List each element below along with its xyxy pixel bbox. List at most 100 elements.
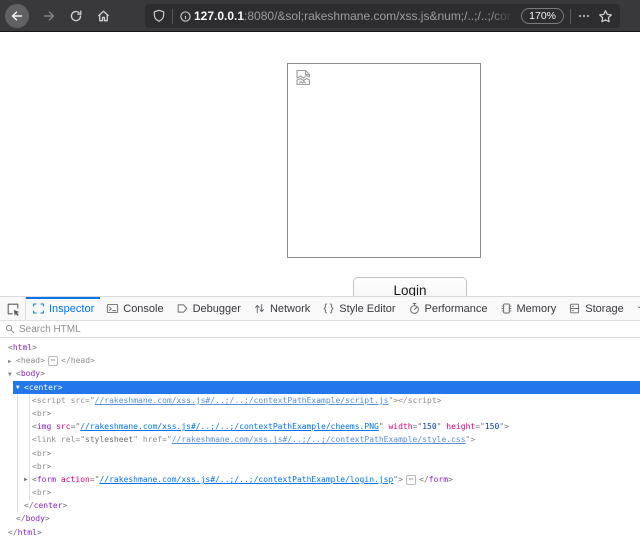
markup-row[interactable]: <br>: [0, 460, 640, 473]
markup-tag-name: html: [13, 343, 32, 352]
markup-row[interactable]: <br>: [0, 407, 640, 420]
zoom-level-button[interactable]: 170%: [521, 8, 564, 24]
markup-punctuation: >: [448, 475, 453, 484]
markup-punctuation: </: [16, 514, 26, 523]
markup-punctuation: ">: [466, 435, 476, 444]
markup-tree: <html>▶<head>⋯</head>▼<body>▼<center><sc…: [0, 338, 640, 539]
markup-tag-name: img: [37, 422, 51, 431]
markup-punctuation: >: [90, 356, 95, 365]
search-input[interactable]: [19, 324, 635, 335]
markup-link-value[interactable]: //rakeshmane.com/xss.js#/..;/..;/context…: [95, 396, 389, 405]
markup-punctuation: >: [37, 528, 42, 537]
tab-label: Performance: [425, 303, 488, 315]
back-button[interactable]: [0, 4, 29, 28]
pick-element-icon: [6, 302, 20, 316]
markup-row[interactable]: ▼<body>: [0, 367, 640, 380]
tab-console[interactable]: Console: [100, 297, 169, 320]
markup-punctuation: >: [40, 356, 45, 365]
markup-row[interactable]: <img src="//rakeshmane.com/xss.js#/..;/.…: [0, 420, 640, 433]
bookmark-star-icon[interactable]: [598, 9, 613, 24]
tab-accessibility[interactable]: Accessibility: [630, 297, 640, 320]
tab-network[interactable]: Network: [247, 297, 316, 320]
url-bar[interactable]: 127.0.0.1:8080/&sol;rakeshmane.com/xss.j…: [145, 4, 620, 28]
forward-button[interactable]: [42, 9, 56, 23]
markup-row[interactable]: <html>: [0, 341, 640, 354]
url-text: 127.0.0.1:8080/&sol;rakeshmane.com/xss.j…: [194, 9, 517, 23]
markup-punctuation: >: [46, 409, 51, 418]
tab-label: Network: [270, 303, 310, 315]
markup-row[interactable]: </body>: [0, 512, 640, 525]
collapse-arrow-icon[interactable]: ▶: [24, 473, 32, 486]
markup-punctuation: ": [133, 435, 143, 444]
markup-punctuation: >: [437, 396, 442, 405]
tab-label: Debugger: [193, 303, 241, 315]
memory-icon: [500, 302, 513, 315]
markup-punctuation: >: [46, 449, 51, 458]
markup-tag-name: script: [408, 396, 437, 405]
collapsed-children-badge[interactable]: ⋯: [406, 475, 416, 485]
markup-row[interactable]: ▶<head>⋯</head>: [0, 354, 640, 367]
expand-arrow-icon[interactable]: ▼: [16, 381, 24, 394]
storage-icon: [568, 302, 581, 315]
markup-punctuation: >: [58, 383, 63, 392]
login-button[interactable]: Login: [353, 277, 467, 296]
debugger-icon: [176, 302, 189, 315]
markup-link-value[interactable]: //rakeshmane.com/xss.js#/..;/..;/context…: [80, 422, 379, 431]
tab-inspector[interactable]: Inspector: [26, 297, 100, 320]
collapsed-children-badge[interactable]: ⋯: [48, 356, 58, 366]
markup-row[interactable]: <br>: [0, 486, 640, 499]
markup-punctuation: ">: [388, 396, 398, 405]
markup-row[interactable]: ▶<form action="//rakeshmane.com/xss.js#/…: [0, 473, 640, 486]
home-icon: [96, 8, 111, 23]
tab-style-editor[interactable]: Style Editor: [316, 297, 401, 320]
browser-toolbar: 127.0.0.1:8080/&sol;rakeshmane.com/xss.j…: [0, 0, 640, 32]
shield-icon[interactable]: [152, 9, 166, 23]
markup-punctuation: </: [8, 528, 18, 537]
style-editor-icon: [322, 302, 335, 315]
tab-label: Inspector: [49, 303, 94, 315]
markup-punctuation: =": [162, 435, 172, 444]
reload-icon: [69, 9, 83, 23]
tab-label: Console: [123, 303, 163, 315]
markup-punctuation: </: [61, 356, 71, 365]
reload-button[interactable]: [69, 9, 83, 23]
search-icon: [5, 324, 15, 334]
markup-row[interactable]: <script src="//rakeshmane.com/xss.js#/..…: [0, 394, 640, 407]
markup-punctuation: >: [63, 501, 68, 510]
tab-label: Style Editor: [339, 303, 395, 315]
markup-row[interactable]: ▼<center>: [13, 381, 640, 394]
markup-link-value[interactable]: //rakeshmane.com/xss.js#/..;/..;/context…: [99, 475, 393, 484]
markup-row[interactable]: </center>: [0, 499, 640, 512]
site-info-icon[interactable]: [179, 10, 192, 23]
markup-punctuation: ">: [393, 475, 403, 484]
markup-punctuation: =": [475, 422, 485, 431]
markup-row[interactable]: <br>: [0, 447, 640, 460]
tab-memory[interactable]: Memory: [494, 297, 563, 320]
markup-punctuation: =": [85, 396, 95, 405]
markup-punctuation: ": [437, 422, 447, 431]
expand-arrow-icon[interactable]: ▼: [8, 368, 16, 381]
back-icon: [5, 4, 29, 28]
markup-attribute-value: 150: [422, 422, 436, 431]
tab-performance[interactable]: Performance: [402, 297, 494, 320]
markup-punctuation: </: [398, 396, 408, 405]
pick-element-button[interactable]: [0, 297, 26, 320]
markup-tag-name: form: [429, 475, 448, 484]
markup-row[interactable]: <link rel="stylesheet" href="//rakeshman…: [0, 433, 640, 446]
home-button[interactable]: [96, 8, 111, 23]
devtools-panel: Inspector Console Debugger Network Style Edi…: [0, 296, 640, 558]
markup-link-value[interactable]: //rakeshmane.com/xss.js#/..;/..;/context…: [172, 435, 466, 444]
markup-tag-name: head: [71, 356, 90, 365]
markup-attribute-name: height: [446, 422, 475, 431]
page-actions-icon[interactable]: [577, 9, 591, 23]
markup-attribute-value: stylesheet: [85, 435, 133, 444]
collapse-arrow-icon[interactable]: ▶: [8, 355, 16, 368]
markup-row[interactable]: </html>: [0, 526, 640, 539]
forward-icon: [42, 9, 56, 23]
tab-storage[interactable]: Storage: [562, 297, 630, 320]
url-domain: 127.0.0.1: [194, 9, 244, 23]
tab-debugger[interactable]: Debugger: [170, 297, 247, 320]
urlbar-separator: [570, 9, 571, 24]
markup-tag-name: html: [18, 528, 37, 537]
performance-icon: [408, 302, 421, 315]
